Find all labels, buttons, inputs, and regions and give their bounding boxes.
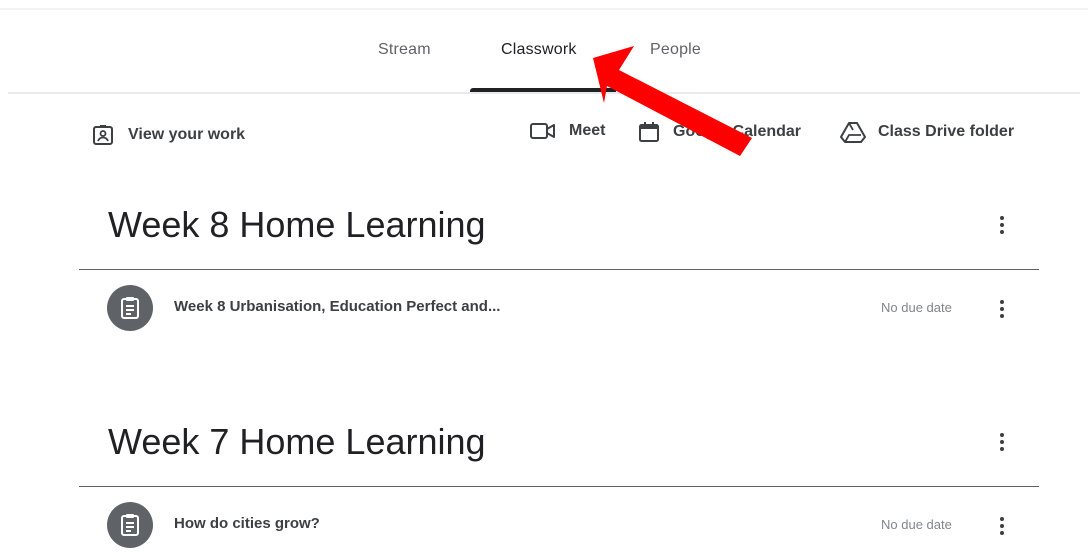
topic-divider	[79, 269, 1039, 270]
google-calendar-label: Google Calendar	[673, 123, 802, 140]
classwork-item-title: Week 8 Urbanisation, Education Perfect a…	[174, 298, 501, 315]
topic-divider	[79, 486, 1039, 487]
view-work-icon	[92, 124, 114, 146]
topic-week-7-more-options-icon[interactable]	[992, 430, 1012, 454]
class-drive-folder-label: Class Drive folder	[878, 123, 1015, 140]
item-more-options-icon[interactable]	[992, 297, 1012, 321]
assignment-icon	[107, 285, 153, 331]
tab-stream[interactable]: Stream	[378, 40, 431, 93]
tab-classwork[interactable]: Classwork	[501, 40, 577, 93]
classwork-item-title: How do cities grow?	[174, 515, 320, 532]
tabs-divider	[8, 92, 1080, 94]
meet-button[interactable]: Meet	[529, 120, 605, 142]
assignment-icon	[107, 502, 153, 548]
class-drive-folder-button[interactable]: Class Drive folder	[840, 120, 1014, 144]
topic-week-8-more-options-icon[interactable]	[992, 213, 1012, 237]
due-date-label: No due date	[881, 300, 952, 315]
topic-title-week-7: Week 7 Home Learning	[108, 421, 486, 462]
video-camera-icon	[529, 120, 557, 142]
tab-people[interactable]: People	[650, 40, 701, 93]
meet-label: Meet	[569, 122, 606, 139]
view-your-work-button[interactable]: View your work	[92, 124, 245, 146]
calendar-icon	[637, 120, 661, 144]
item-more-options-icon[interactable]	[992, 514, 1012, 538]
due-date-label: No due date	[881, 517, 952, 532]
google-drive-icon	[840, 120, 866, 144]
google-calendar-button[interactable]: Google Calendar	[637, 120, 801, 144]
view-your-work-label: View your work	[128, 126, 246, 143]
classwork-item-week-8-urbanisation[interactable]: Week 8 Urbanisation, Education Perfect a…	[79, 285, 1039, 335]
class-tabs: Stream Classwork People	[0, 0, 1088, 93]
topic-title-week-8: Week 8 Home Learning	[108, 204, 486, 245]
